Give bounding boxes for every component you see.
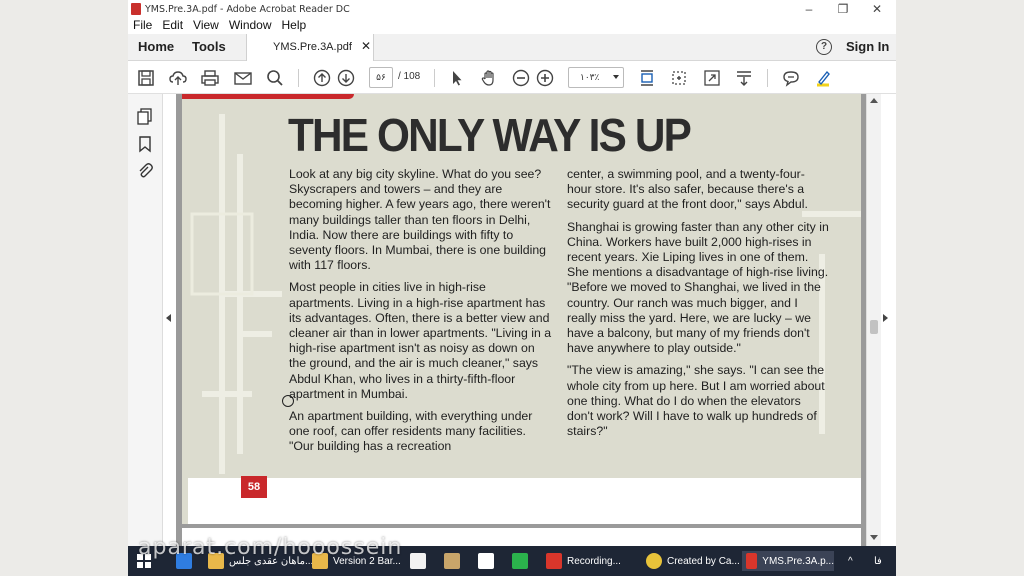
paragraph: Most people in cities live in high-rise …	[289, 280, 552, 401]
mouse-cursor	[282, 395, 294, 407]
pdf-page: THE ONLY WAY IS UP Look at any big city …	[182, 94, 861, 524]
camtasia-icon[interactable]	[512, 551, 533, 571]
tab-document-label: YMS.Pre.3A.pdf	[273, 41, 352, 53]
email-icon[interactable]	[233, 68, 253, 88]
toolbar: ۵۶ / 108 ۱۰۳٪	[128, 61, 896, 94]
tab-close-icon[interactable]: ✕	[361, 39, 371, 53]
chevron-up-icon[interactable]: ^	[848, 551, 853, 571]
acrobat-icon	[746, 553, 758, 569]
chrome-icon	[646, 553, 662, 569]
hand-tool-icon[interactable]	[479, 68, 499, 88]
taskbar-acrobat[interactable]: YMS.Pre.3A.p...	[742, 551, 834, 571]
scroll-down-icon[interactable]	[870, 535, 878, 540]
comment-icon[interactable]	[781, 68, 801, 88]
attachment-icon[interactable]	[136, 162, 154, 180]
zoom-in-icon[interactable]	[535, 68, 555, 88]
next-page-icon[interactable]	[336, 68, 356, 88]
paragraph: An apartment building, with everything u…	[289, 409, 533, 454]
page-number-input[interactable]: ۵۶	[369, 67, 393, 88]
article-column-left: Look at any big city skyline. What do yo…	[289, 167, 553, 462]
taskbar-recording[interactable]: Recording...	[546, 551, 621, 571]
sign-in-button[interactable]: Sign In	[846, 39, 889, 54]
menu-file[interactable]: File	[133, 18, 152, 32]
page-total: / 108	[398, 71, 421, 82]
window-title: YMS.Pre.3A.pdf - Adobe Acrobat Reader DC	[145, 3, 350, 15]
article-column-right: center, a swimming pool, and a twenty-fo…	[567, 167, 829, 446]
record-icon	[546, 553, 562, 569]
toolbar-divider	[434, 69, 435, 87]
store-icon[interactable]	[410, 551, 431, 571]
fit-page-icon[interactable]	[637, 68, 657, 88]
watermark-text: aparat.com/hooossein	[138, 535, 403, 560]
language-indicator[interactable]: فا	[874, 551, 882, 571]
document-view: THE ONLY WAY IS UP Look at any big city …	[176, 94, 866, 546]
menu-edit[interactable]: Edit	[162, 18, 183, 32]
pdf-app-icon	[131, 3, 141, 15]
chevron-down-icon	[613, 75, 619, 79]
app-icon[interactable]	[444, 551, 465, 571]
vertical-scrollbar[interactable]	[866, 94, 881, 546]
scroll-mode-icon[interactable]	[734, 68, 754, 88]
scroll-up-icon[interactable]	[870, 98, 878, 103]
desktop-left-margin	[0, 0, 128, 576]
help-icon[interactable]: ?	[816, 39, 832, 55]
toolbar-divider	[298, 69, 299, 87]
expand-right-pane-icon[interactable]	[883, 314, 888, 322]
taskbar-chrome[interactable]: Created by Ca...	[646, 551, 740, 571]
paragraph: Look at any big city skyline. What do yo…	[289, 167, 551, 273]
full-screen-icon[interactable]	[702, 68, 722, 88]
tab-home[interactable]: Home	[138, 39, 174, 54]
page-footer-area	[188, 478, 861, 524]
upload-cloud-icon[interactable]	[168, 68, 188, 88]
zoom-out-icon[interactable]	[511, 68, 531, 88]
tab-tools[interactable]: Tools	[192, 39, 226, 54]
navigation-pane	[128, 94, 163, 546]
collapse-left-pane-icon[interactable]	[166, 314, 171, 322]
menu-bar: File Edit View Window Help	[128, 16, 896, 34]
tab-bar: Home Tools YMS.Pre.3A.pdf ✕ ? Sign In	[128, 34, 896, 61]
toolbar-divider	[767, 69, 768, 87]
desktop-right-margin	[896, 0, 1024, 576]
paragraph: "The view is amazing," she says. "I can …	[567, 363, 825, 439]
highlight-pen-icon[interactable]	[813, 68, 833, 88]
rotate-view-icon[interactable]	[669, 68, 689, 88]
mail-icon[interactable]	[478, 551, 499, 571]
article-headline: THE ONLY WAY IS UP	[288, 109, 692, 161]
previous-page-icon[interactable]	[312, 68, 332, 88]
bookmark-icon[interactable]	[136, 135, 154, 153]
page-number-badge: 58	[241, 476, 267, 498]
menu-help[interactable]: Help	[282, 18, 307, 32]
page-thumbnails-icon[interactable]	[136, 107, 154, 125]
scrollbar-thumb[interactable]	[870, 320, 878, 334]
print-icon[interactable]	[200, 68, 220, 88]
select-cursor-icon[interactable]	[447, 68, 467, 88]
zoom-level-value: ۱۰۳٪	[580, 72, 600, 82]
menu-view[interactable]: View	[193, 18, 219, 32]
menu-window[interactable]: Window	[229, 18, 272, 32]
search-icon[interactable]	[265, 68, 285, 88]
paragraph: center, a swimming pool, and a twenty-fo…	[567, 167, 808, 212]
zoom-level-select[interactable]: ۱۰۳٪	[568, 67, 624, 88]
paragraph: Shanghai is growing faster than any othe…	[567, 219, 829, 356]
acrobat-window: YMS.Pre.3A.pdf - Adobe Acrobat Reader DC…	[128, 0, 896, 576]
tab-document[interactable]: YMS.Pre.3A.pdf ✕	[246, 34, 374, 61]
save-icon[interactable]	[136, 68, 156, 88]
